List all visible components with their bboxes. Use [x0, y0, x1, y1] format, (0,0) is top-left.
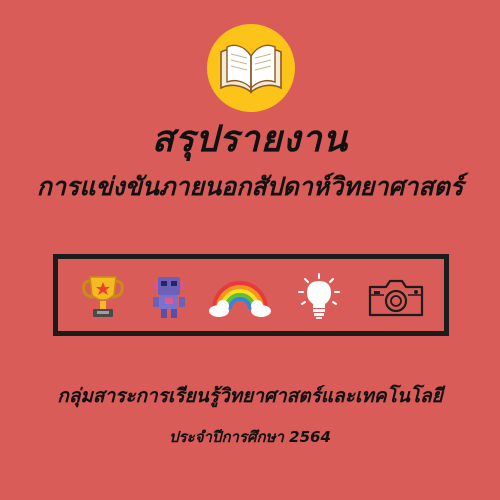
academic-year: ประจำปีการศึกษา 2564	[169, 428, 331, 446]
rainbow-icon	[208, 273, 272, 321]
report-subtitle: การแข่งขันภายนอกสัปดาห์วิทยาศาสตร์	[36, 172, 464, 201]
robot-icon	[144, 273, 194, 321]
light-bulb-icon	[294, 273, 344, 321]
trophy-icon	[78, 273, 128, 321]
open-book-icon	[220, 44, 282, 94]
book-logo	[207, 24, 295, 112]
icon-frame	[53, 254, 449, 336]
report-title: สรุปรายงาน	[151, 119, 349, 160]
department-name: กลุ่มสาระการเรียนรู้วิทยาศาสตร์และเทคโนโ…	[57, 385, 443, 407]
camera-icon	[364, 273, 428, 321]
